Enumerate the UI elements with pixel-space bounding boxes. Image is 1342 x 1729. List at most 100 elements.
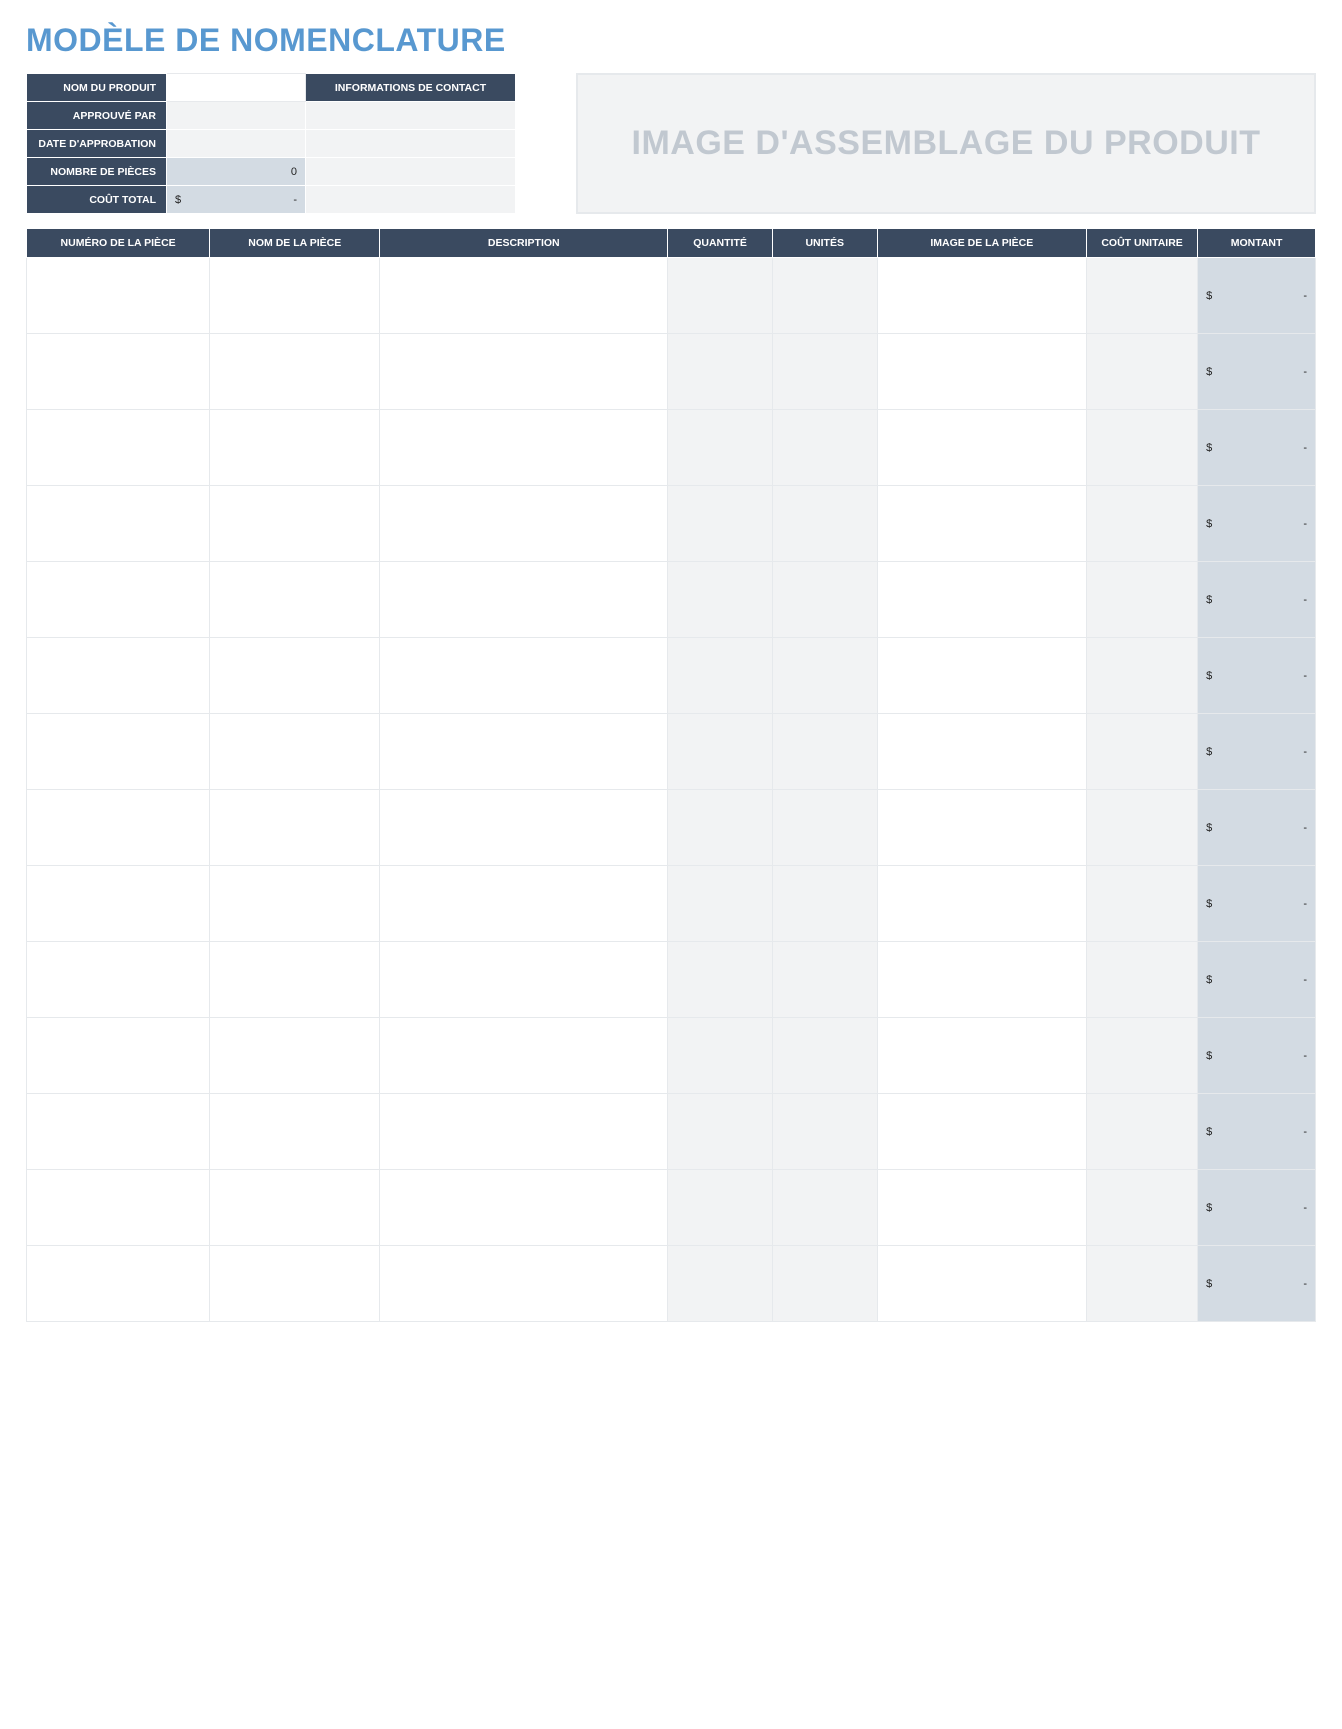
value-approval-date[interactable] xyxy=(167,130,306,158)
cell-part-number[interactable] xyxy=(27,1094,210,1170)
cell-quantity[interactable] xyxy=(668,486,773,562)
cell-quantity[interactable] xyxy=(668,334,773,410)
cell-units[interactable] xyxy=(772,562,877,638)
cell-part-image[interactable] xyxy=(877,866,1086,942)
cell-description[interactable] xyxy=(380,562,668,638)
cell-unit-cost[interactable] xyxy=(1086,410,1197,486)
cell-part-name[interactable] xyxy=(210,334,380,410)
cell-part-image[interactable] xyxy=(877,1246,1086,1322)
cell-part-number[interactable] xyxy=(27,714,210,790)
cell-part-image[interactable] xyxy=(877,1094,1086,1170)
cell-description[interactable] xyxy=(380,638,668,714)
cell-unit-cost[interactable] xyxy=(1086,942,1197,1018)
cell-part-image[interactable] xyxy=(877,334,1086,410)
cell-units[interactable] xyxy=(772,866,877,942)
cell-quantity[interactable] xyxy=(668,942,773,1018)
cell-part-image[interactable] xyxy=(877,714,1086,790)
cell-part-number[interactable] xyxy=(27,562,210,638)
cell-quantity[interactable] xyxy=(668,790,773,866)
cell-part-image[interactable] xyxy=(877,1018,1086,1094)
cell-part-name[interactable] xyxy=(210,714,380,790)
cell-units[interactable] xyxy=(772,1170,877,1246)
cell-unit-cost[interactable] xyxy=(1086,486,1197,562)
cell-quantity[interactable] xyxy=(668,258,773,334)
cell-part-number[interactable] xyxy=(27,258,210,334)
cell-part-name[interactable] xyxy=(210,486,380,562)
cell-units[interactable] xyxy=(772,790,877,866)
value-contact-3[interactable] xyxy=(306,158,516,186)
cell-units[interactable] xyxy=(772,942,877,1018)
cell-unit-cost[interactable] xyxy=(1086,866,1197,942)
cell-part-name[interactable] xyxy=(210,790,380,866)
cell-part-number[interactable] xyxy=(27,638,210,714)
value-contact-1[interactable] xyxy=(306,102,516,130)
cell-part-name[interactable] xyxy=(210,942,380,1018)
cell-part-image[interactable] xyxy=(877,638,1086,714)
cell-quantity[interactable] xyxy=(668,1246,773,1322)
value-contact-2[interactable] xyxy=(306,130,516,158)
cell-part-image[interactable] xyxy=(877,258,1086,334)
cell-part-number[interactable] xyxy=(27,866,210,942)
cell-units[interactable] xyxy=(772,1246,877,1322)
cell-description[interactable] xyxy=(380,1018,668,1094)
cell-part-number[interactable] xyxy=(27,486,210,562)
cell-description[interactable] xyxy=(380,1094,668,1170)
cell-part-name[interactable] xyxy=(210,638,380,714)
cell-description[interactable] xyxy=(380,410,668,486)
cell-unit-cost[interactable] xyxy=(1086,1170,1197,1246)
cell-quantity[interactable] xyxy=(668,638,773,714)
cell-part-number[interactable] xyxy=(27,334,210,410)
cell-units[interactable] xyxy=(772,258,877,334)
cell-description[interactable] xyxy=(380,942,668,1018)
cell-quantity[interactable] xyxy=(668,1170,773,1246)
cell-unit-cost[interactable] xyxy=(1086,258,1197,334)
cell-part-number[interactable] xyxy=(27,1170,210,1246)
value-contact-4[interactable] xyxy=(306,186,516,214)
cell-part-number[interactable] xyxy=(27,942,210,1018)
cell-quantity[interactable] xyxy=(668,410,773,486)
cell-unit-cost[interactable] xyxy=(1086,790,1197,866)
cell-quantity[interactable] xyxy=(668,714,773,790)
cell-quantity[interactable] xyxy=(668,866,773,942)
cell-part-image[interactable] xyxy=(877,942,1086,1018)
cell-unit-cost[interactable] xyxy=(1086,562,1197,638)
cell-part-name[interactable] xyxy=(210,1018,380,1094)
cell-part-name[interactable] xyxy=(210,866,380,942)
cell-part-image[interactable] xyxy=(877,410,1086,486)
cell-part-image[interactable] xyxy=(877,486,1086,562)
cell-description[interactable] xyxy=(380,790,668,866)
cell-description[interactable] xyxy=(380,1170,668,1246)
assembly-image-placeholder[interactable]: IMAGE D'ASSEMBLAGE DU PRODUIT xyxy=(576,73,1316,214)
cell-units[interactable] xyxy=(772,1018,877,1094)
cell-part-number[interactable] xyxy=(27,1246,210,1322)
cell-quantity[interactable] xyxy=(668,562,773,638)
cell-part-name[interactable] xyxy=(210,410,380,486)
cell-units[interactable] xyxy=(772,714,877,790)
cell-units[interactable] xyxy=(772,486,877,562)
cell-unit-cost[interactable] xyxy=(1086,1094,1197,1170)
cell-unit-cost[interactable] xyxy=(1086,638,1197,714)
cell-part-image[interactable] xyxy=(877,790,1086,866)
cell-units[interactable] xyxy=(772,638,877,714)
cell-unit-cost[interactable] xyxy=(1086,714,1197,790)
cell-description[interactable] xyxy=(380,714,668,790)
cell-unit-cost[interactable] xyxy=(1086,334,1197,410)
cell-description[interactable] xyxy=(380,486,668,562)
cell-part-name[interactable] xyxy=(210,562,380,638)
cell-units[interactable] xyxy=(772,1094,877,1170)
cell-part-name[interactable] xyxy=(210,258,380,334)
cell-part-name[interactable] xyxy=(210,1170,380,1246)
cell-part-image[interactable] xyxy=(877,1170,1086,1246)
cell-part-number[interactable] xyxy=(27,790,210,866)
cell-units[interactable] xyxy=(772,334,877,410)
cell-part-image[interactable] xyxy=(877,562,1086,638)
cell-quantity[interactable] xyxy=(668,1094,773,1170)
cell-part-number[interactable] xyxy=(27,410,210,486)
cell-part-name[interactable] xyxy=(210,1246,380,1322)
cell-part-number[interactable] xyxy=(27,1018,210,1094)
value-product-name[interactable] xyxy=(167,74,306,102)
cell-part-name[interactable] xyxy=(210,1094,380,1170)
cell-unit-cost[interactable] xyxy=(1086,1246,1197,1322)
cell-units[interactable] xyxy=(772,410,877,486)
cell-quantity[interactable] xyxy=(668,1018,773,1094)
